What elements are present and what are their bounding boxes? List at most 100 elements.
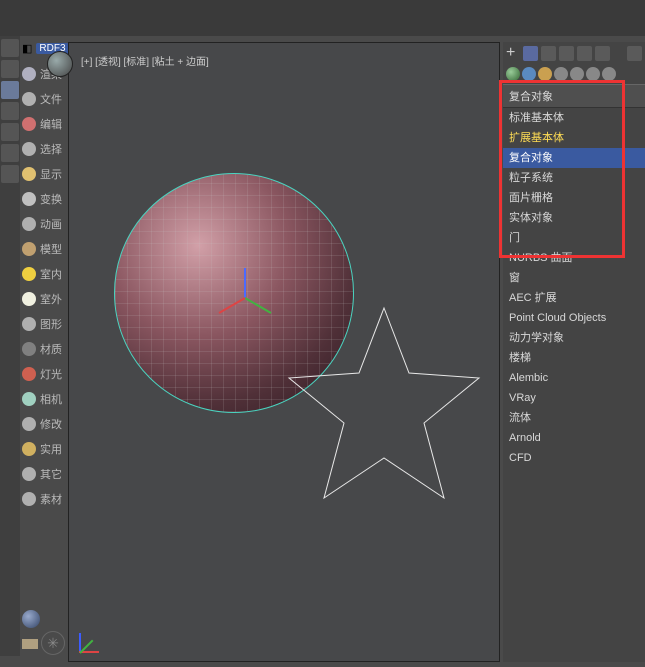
sidebar-item-label: 变换 bbox=[40, 191, 62, 207]
sidebar-item-10[interactable]: 图形 bbox=[20, 311, 66, 336]
motion-tab-icon[interactable] bbox=[559, 46, 574, 61]
sidebar-item-label: 编辑 bbox=[40, 116, 62, 132]
sidebar-sphere-icon[interactable] bbox=[20, 606, 66, 631]
viewport-perspective[interactable]: [+] [透视] [标准] [粘土 + 边面] ✳ bbox=[68, 42, 500, 662]
render-icon bbox=[22, 67, 36, 81]
sidebar-item-label: 室外 bbox=[40, 291, 62, 307]
left-sidebar: ◧ RDF3 渲染文件编辑选择显示变换动画模型室内室外图形材质灯光相机修改实用其… bbox=[20, 36, 66, 656]
qa-icon-7[interactable] bbox=[1, 165, 19, 183]
qa-icon-3[interactable] bbox=[1, 81, 19, 99]
file-icon bbox=[22, 92, 36, 106]
geometry-type-list: 标准基本体扩展基本体复合对象粒子系统面片栅格实体对象门NURBS 曲面 bbox=[503, 108, 645, 268]
world-axis-icon bbox=[79, 627, 105, 653]
geom-type-item[interactable]: 扩展基本体 bbox=[503, 128, 645, 148]
geom-type-item[interactable]: 窗 bbox=[503, 268, 645, 288]
geom-type-item[interactable]: 楼梯 bbox=[503, 348, 645, 368]
geom-type-item[interactable]: NURBS 曲面 bbox=[503, 248, 645, 268]
qa-icon-4[interactable] bbox=[1, 102, 19, 120]
display-tab-icon[interactable] bbox=[577, 46, 592, 61]
sidebar-item-label: 实用 bbox=[40, 441, 62, 457]
scene-star-spline[interactable] bbox=[269, 298, 499, 528]
sidebar-item-3[interactable]: 选择 bbox=[20, 136, 66, 161]
geom-type-item[interactable]: 门 bbox=[503, 228, 645, 248]
modify-icon bbox=[22, 417, 36, 431]
sidebar-item-label: 选择 bbox=[40, 141, 62, 157]
sidebar-item-label: 相机 bbox=[40, 391, 62, 407]
geometry-type-list-extended: 窗AEC 扩展Point Cloud Objects动力学对象楼梯Alembic… bbox=[503, 268, 645, 468]
shapes-category-icon[interactable] bbox=[522, 67, 536, 81]
geom-type-item[interactable]: AEC 扩展 bbox=[503, 288, 645, 308]
geom-type-item[interactable]: 实体对象 bbox=[503, 208, 645, 228]
sidebar-item-7[interactable]: 模型 bbox=[20, 236, 66, 261]
gizmo-z-axis-icon[interactable] bbox=[244, 268, 246, 298]
sphere-swatch-icon bbox=[22, 610, 40, 628]
geom-type-item[interactable]: Point Cloud Objects bbox=[503, 308, 645, 328]
cameras-category-icon[interactable] bbox=[554, 67, 568, 81]
transform-icon bbox=[22, 192, 36, 206]
sidebar-item-8[interactable]: 室内 bbox=[20, 261, 66, 286]
sidebar-item-4[interactable]: 显示 bbox=[20, 161, 66, 186]
qa-icon-6[interactable] bbox=[1, 144, 19, 162]
viewport-settings-button[interactable]: ✳ bbox=[41, 631, 65, 655]
other-icon bbox=[22, 467, 36, 481]
viewcube-icon[interactable] bbox=[47, 51, 73, 77]
geom-type-item[interactable]: VRay bbox=[503, 388, 645, 408]
sidebar-item-1[interactable]: 文件 bbox=[20, 86, 66, 111]
material-icon bbox=[22, 342, 36, 356]
geom-type-item[interactable]: 标准基本体 bbox=[503, 108, 645, 128]
panel-settings-icon[interactable] bbox=[627, 46, 642, 61]
viewport-label[interactable]: [+] [透视] [标准] [粘土 + 边面] bbox=[81, 53, 209, 68]
lights-category-icon[interactable] bbox=[538, 67, 552, 81]
qa-icon-5[interactable] bbox=[1, 123, 19, 141]
sidebar-item-11[interactable]: 材质 bbox=[20, 336, 66, 361]
sidebar-item-label: 其它 bbox=[40, 466, 62, 482]
model-icon bbox=[22, 242, 36, 256]
command-panel: + 复合对象 标准基本体扩展基本体复合对象粒子系统面片栅格实体对象门NURBS … bbox=[503, 42, 645, 662]
sidebar-item-13[interactable]: 相机 bbox=[20, 386, 66, 411]
transform-gizmo[interactable] bbox=[214, 268, 274, 328]
geom-type-item[interactable]: Alembic bbox=[503, 368, 645, 388]
util-icon bbox=[22, 442, 36, 456]
asset-icon bbox=[22, 492, 36, 506]
shape-icon bbox=[22, 317, 36, 331]
sidebar-item-17[interactable]: 素材 bbox=[20, 486, 66, 511]
gizmo-x-axis-icon[interactable] bbox=[219, 297, 246, 314]
sidebar-item-5[interactable]: 变换 bbox=[20, 186, 66, 211]
display-icon bbox=[22, 167, 36, 181]
sidebar-item-12[interactable]: 灯光 bbox=[20, 361, 66, 386]
geom-type-item[interactable]: 动力学对象 bbox=[503, 328, 645, 348]
geom-type-item[interactable]: 复合对象 bbox=[503, 148, 645, 168]
qa-icon-2[interactable] bbox=[1, 60, 19, 78]
edit-icon bbox=[22, 117, 36, 131]
sidebar-item-15[interactable]: 实用 bbox=[20, 436, 66, 461]
utilities-tab-icon[interactable] bbox=[595, 46, 610, 61]
command-panel-toolbar: + bbox=[503, 42, 645, 64]
sidebar-item-2[interactable]: 编辑 bbox=[20, 111, 66, 136]
geom-type-item[interactable]: 面片栅格 bbox=[503, 188, 645, 208]
gizmo-y-axis-icon[interactable] bbox=[245, 297, 272, 314]
sidebar-item-14[interactable]: 修改 bbox=[20, 411, 66, 436]
create-tab-icon[interactable]: + bbox=[506, 46, 520, 61]
geom-type-item[interactable]: Arnold bbox=[503, 428, 645, 448]
geometry-category-icon[interactable] bbox=[506, 67, 520, 81]
sidebar-item-9[interactable]: 室外 bbox=[20, 286, 66, 311]
interior-icon bbox=[22, 267, 36, 281]
create-category-tabs bbox=[503, 64, 645, 84]
systems-category-icon[interactable] bbox=[602, 67, 616, 81]
sidebar-item-label: 修改 bbox=[40, 416, 62, 432]
geom-type-item[interactable]: CFD bbox=[503, 448, 645, 468]
hierarchy-tab-icon[interactable] bbox=[541, 46, 556, 61]
qa-icon-1[interactable] bbox=[1, 39, 19, 57]
geometry-type-dropdown[interactable]: 复合对象 bbox=[503, 84, 645, 108]
camera-icon bbox=[22, 392, 36, 406]
geom-type-item[interactable]: 粒子系统 bbox=[503, 168, 645, 188]
sidebar-item-label: 动画 bbox=[40, 216, 62, 232]
sidebar-item-16[interactable]: 其它 bbox=[20, 461, 66, 486]
modify-tab-icon[interactable] bbox=[523, 46, 538, 61]
sidebar-item-6[interactable]: 动画 bbox=[20, 211, 66, 236]
exterior-icon bbox=[22, 292, 36, 306]
spacewarps-category-icon[interactable] bbox=[586, 67, 600, 81]
geom-type-item[interactable]: 流体 bbox=[503, 408, 645, 428]
helpers-category-icon[interactable] bbox=[570, 67, 584, 81]
sidebar-item-label: 图形 bbox=[40, 316, 62, 332]
